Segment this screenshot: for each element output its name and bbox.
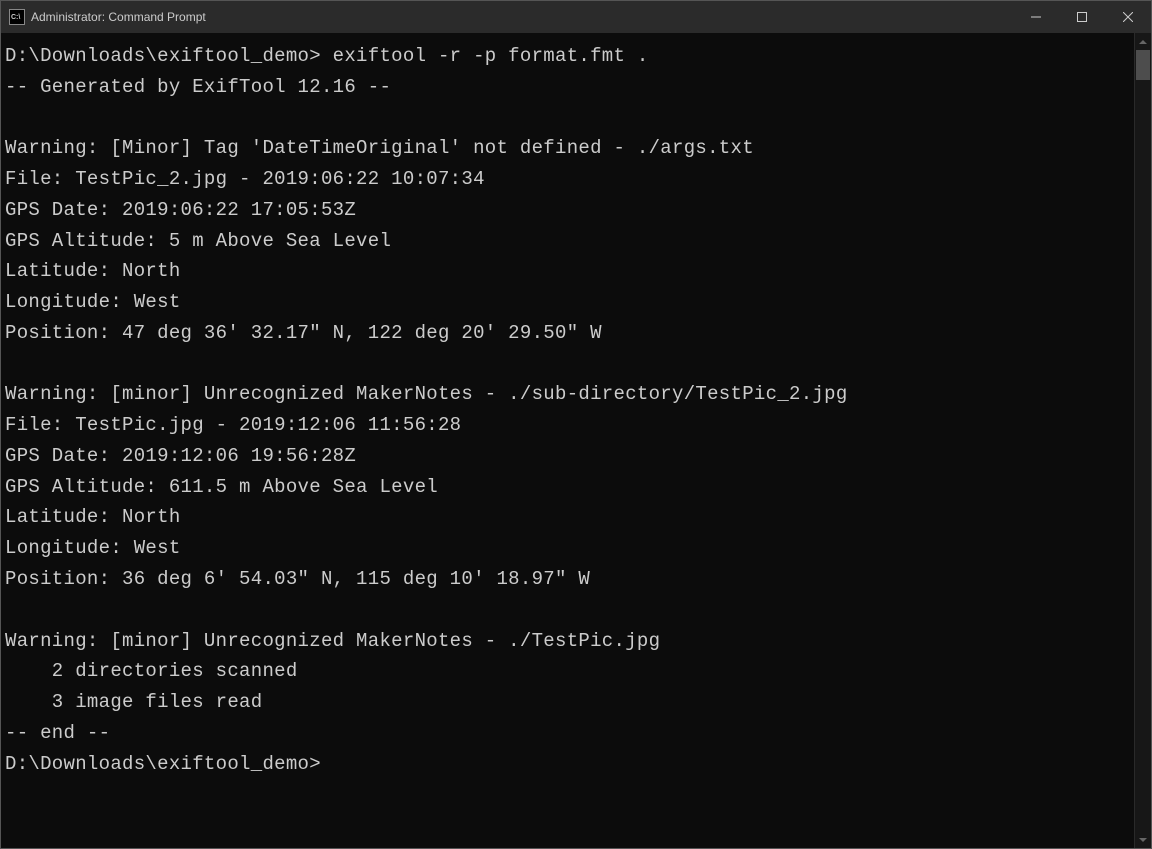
- terminal-line: Latitude: North: [5, 260, 181, 282]
- chevron-up-icon: [1139, 40, 1147, 44]
- scrollbar[interactable]: [1134, 33, 1151, 848]
- terminal-line: Warning: [Minor] Tag 'DateTimeOriginal' …: [5, 137, 754, 159]
- terminal-line: GPS Altitude: 611.5 m Above Sea Level: [5, 476, 438, 498]
- terminal-line: 3 image files read: [5, 691, 262, 713]
- scroll-track[interactable]: [1135, 50, 1151, 831]
- window-controls: [1013, 1, 1151, 33]
- terminal-line: Warning: [minor] Unrecognized MakerNotes…: [5, 383, 848, 405]
- terminal-line: File: TestPic.jpg - 2019:12:06 11:56:28: [5, 414, 461, 436]
- terminal-line: -- end --: [5, 722, 110, 744]
- terminal-line: 2 directories scanned: [5, 660, 298, 682]
- terminal-line: Position: 36 deg 6' 54.03" N, 115 deg 10…: [5, 568, 590, 590]
- minimize-icon: [1031, 12, 1041, 22]
- scroll-up-arrow[interactable]: [1135, 33, 1151, 50]
- terminal-line: Latitude: North: [5, 506, 181, 528]
- terminal-line: D:\Downloads\exiftool_demo> exiftool -r …: [5, 45, 649, 67]
- terminal-line: GPS Date: 2019:12:06 19:56:28Z: [5, 445, 356, 467]
- scroll-thumb[interactable]: [1136, 50, 1150, 80]
- cmd-icon: C:\: [9, 9, 25, 25]
- close-button[interactable]: [1105, 1, 1151, 33]
- cursor: [321, 753, 332, 775]
- window-title: Administrator: Command Prompt: [31, 10, 1013, 24]
- terminal-line: File: TestPic_2.jpg - 2019:06:22 10:07:3…: [5, 168, 485, 190]
- terminal-line: Position: 47 deg 36' 32.17" N, 122 deg 2…: [5, 322, 602, 344]
- scroll-down-arrow[interactable]: [1135, 831, 1151, 848]
- minimize-button[interactable]: [1013, 1, 1059, 33]
- terminal-output[interactable]: D:\Downloads\exiftool_demo> exiftool -r …: [1, 33, 1134, 848]
- close-icon: [1123, 12, 1133, 22]
- command-prompt-window: C:\ Administrator: Command Prompt D:\Dow…: [0, 0, 1152, 849]
- terminal-body: D:\Downloads\exiftool_demo> exiftool -r …: [1, 33, 1151, 848]
- terminal-line: Longitude: West: [5, 537, 181, 559]
- terminal-line: GPS Altitude: 5 m Above Sea Level: [5, 230, 391, 252]
- terminal-line: GPS Date: 2019:06:22 17:05:53Z: [5, 199, 356, 221]
- maximize-button[interactable]: [1059, 1, 1105, 33]
- terminal-line: -- Generated by ExifTool 12.16 --: [5, 76, 391, 98]
- maximize-icon: [1077, 12, 1087, 22]
- terminal-line: Longitude: West: [5, 291, 181, 313]
- chevron-down-icon: [1139, 838, 1147, 842]
- terminal-prompt: D:\Downloads\exiftool_demo>: [5, 753, 321, 775]
- titlebar[interactable]: C:\ Administrator: Command Prompt: [1, 1, 1151, 33]
- terminal-line: Warning: [minor] Unrecognized MakerNotes…: [5, 630, 660, 652]
